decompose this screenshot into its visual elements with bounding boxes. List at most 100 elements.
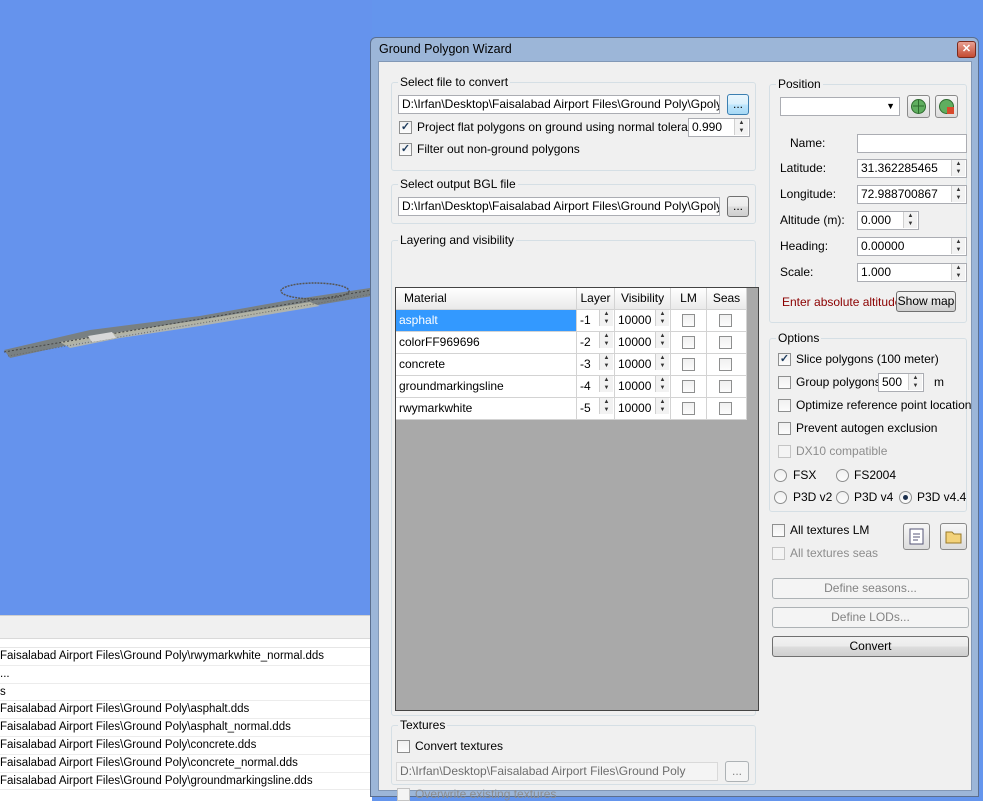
tolerance-spinner[interactable]: ▲ ▼: [734, 119, 748, 136]
all-textures-lm-checkbox[interactable]: [772, 524, 785, 537]
layer-cell[interactable]: -3 ▲ ▼: [577, 354, 615, 376]
visibility-cell[interactable]: 10000 ▲ ▼: [615, 354, 671, 376]
lm-checkbox[interactable]: [682, 380, 695, 393]
visibility-spinner[interactable]: ▲ ▼: [655, 376, 669, 393]
seas-checkbox[interactable]: [719, 380, 732, 393]
visibility-cell[interactable]: 10000 ▲ ▼: [615, 332, 671, 354]
visibility-spinner[interactable]: ▲ ▼: [655, 332, 669, 349]
visibility-spinner[interactable]: ▲ ▼: [655, 354, 669, 371]
open-folder-icon[interactable]: [940, 523, 967, 550]
browse-texture-button[interactable]: ...: [725, 761, 749, 782]
visibility-cell[interactable]: 10000 ▲ ▼: [615, 310, 671, 332]
visibility-cell[interactable]: 10000 ▲ ▼: [615, 376, 671, 398]
column-header-layer[interactable]: Layer: [577, 288, 615, 310]
name-label: Name:: [790, 136, 826, 150]
group-distance-spinner[interactable]: ▲ ▼: [908, 374, 922, 391]
latitude-spinner[interactable]: ▲ ▼: [951, 160, 965, 177]
globe-refresh-icon[interactable]: [907, 95, 930, 118]
scale-spinner[interactable]: ▲ ▼: [951, 264, 965, 281]
radio-p3d-v44[interactable]: [899, 491, 912, 504]
radio-fsx[interactable]: [774, 469, 787, 482]
slice-polygons-checkbox[interactable]: [778, 353, 791, 366]
longitude-input[interactable]: 72.988700867 ▲ ▼: [857, 185, 967, 204]
table-row[interactable]: asphalt -1 ▲ ▼ 10000 ▲ ▼: [396, 310, 747, 332]
dx10-checkbox[interactable]: [778, 445, 791, 458]
table-row[interactable]: rwymarkwhite -5 ▲ ▼ 10000 ▲ ▼: [396, 398, 747, 420]
group-polygons-checkbox[interactable]: [778, 376, 791, 389]
import-settings-icon[interactable]: [903, 523, 930, 550]
layer-spinner[interactable]: ▲ ▼: [599, 398, 613, 415]
browse-output-button[interactable]: ...: [727, 196, 749, 217]
show-map-button[interactable]: Show map: [896, 291, 956, 312]
table-row[interactable]: groundmarkingsline -4 ▲ ▼ 10000 ▲ ▼: [396, 376, 747, 398]
heading-spinner[interactable]: ▲ ▼: [951, 238, 965, 255]
convert-button[interactable]: Convert: [772, 636, 969, 657]
layer-spinner[interactable]: ▲ ▼: [599, 354, 613, 371]
options-group: Options Slice polygons (100 meter) Group…: [769, 331, 971, 512]
altitude-spinner[interactable]: ▲ ▼: [903, 212, 917, 229]
heading-input[interactable]: 0.00000 ▲ ▼: [857, 237, 967, 256]
material-cell[interactable]: rwymarkwhite: [396, 398, 577, 420]
longitude-spinner[interactable]: ▲ ▼: [951, 186, 965, 203]
visibility-spinner[interactable]: ▲ ▼: [655, 310, 669, 327]
column-header-seas[interactable]: Seas: [707, 288, 747, 310]
material-cell[interactable]: asphalt: [396, 310, 577, 332]
layer-cell[interactable]: -2 ▲ ▼: [577, 332, 615, 354]
column-header-material[interactable]: Material: [396, 288, 577, 310]
layer-spinner[interactable]: ▲ ▼: [599, 332, 613, 349]
group-distance-input[interactable]: 500 ▲ ▼: [878, 373, 924, 392]
define-seasons-button[interactable]: Define seasons...: [772, 578, 969, 599]
browse-input-button[interactable]: ...: [727, 94, 749, 115]
close-icon[interactable]: ✕: [957, 41, 976, 58]
table-row[interactable]: concrete -3 ▲ ▼ 10000 ▲ ▼: [396, 354, 747, 376]
output-file-path[interactable]: D:\Irfan\Desktop\Faisalabad Airport File…: [398, 197, 720, 216]
material-cell[interactable]: concrete: [396, 354, 577, 376]
visibility-cell[interactable]: 10000 ▲ ▼: [615, 398, 671, 420]
lm-checkbox[interactable]: [682, 336, 695, 349]
dx10-label: DX10 compatible: [796, 444, 888, 458]
radio-p3d-v4[interactable]: [836, 491, 849, 504]
texture-output-path[interactable]: D:\Irfan\Desktop\Faisalabad Airport File…: [396, 762, 718, 781]
dialog-client: Select file to convert D:\Irfan\Desktop\…: [378, 61, 972, 801]
3d-viewport[interactable]: [0, 0, 372, 615]
prevent-autogen-checkbox[interactable]: [778, 422, 791, 435]
lm-checkbox[interactable]: [682, 314, 695, 327]
column-header-lm[interactable]: LM: [671, 288, 707, 310]
table-row[interactable]: colorFF969696 -2 ▲ ▼ 10000 ▲ ▼: [396, 332, 747, 354]
define-lods-button[interactable]: Define LODs...: [772, 607, 969, 628]
title-bar[interactable]: Ground Polygon Wizard ✕: [371, 38, 978, 60]
options-label: Options: [776, 331, 822, 345]
altitude-input[interactable]: 0.000 ▲ ▼: [857, 211, 919, 230]
name-input[interactable]: [857, 134, 967, 153]
radio-fs2004[interactable]: [836, 469, 849, 482]
layer-cell[interactable]: -5 ▲ ▼: [577, 398, 615, 420]
tolerance-input[interactable]: 0.990 ▲ ▼: [688, 118, 750, 137]
materials-grid[interactable]: Material Layer Visibility LM Seas asphal…: [395, 287, 759, 711]
seas-checkbox[interactable]: [719, 314, 732, 327]
convert-textures-checkbox[interactable]: [397, 740, 410, 753]
visibility-spinner[interactable]: ▲ ▼: [655, 398, 669, 415]
layer-cell[interactable]: -4 ▲ ▼: [577, 376, 615, 398]
globe-save-icon[interactable]: [935, 95, 958, 118]
radio-p3d-v2[interactable]: [774, 491, 787, 504]
filter-non-ground-checkbox[interactable]: [399, 143, 412, 156]
scale-input[interactable]: 1.000 ▲ ▼: [857, 263, 967, 282]
seas-checkbox[interactable]: [719, 336, 732, 349]
optimize-reference-checkbox[interactable]: [778, 399, 791, 412]
material-cell[interactable]: colorFF969696: [396, 332, 577, 354]
layer-spinner[interactable]: ▲ ▼: [599, 376, 613, 393]
lm-checkbox[interactable]: [682, 402, 695, 415]
column-header-visibility[interactable]: Visibility: [615, 288, 671, 310]
latitude-input[interactable]: 31.362285465 ▲ ▼: [857, 159, 967, 178]
seas-checkbox[interactable]: [719, 358, 732, 371]
project-flat-checkbox[interactable]: [399, 121, 412, 134]
lm-checkbox[interactable]: [682, 358, 695, 371]
overwrite-textures-checkbox[interactable]: [397, 788, 410, 801]
position-preset-dropdown[interactable]: ▼: [780, 97, 900, 116]
layer-spinner[interactable]: ▲ ▼: [599, 310, 613, 327]
material-cell[interactable]: groundmarkingsline: [396, 376, 577, 398]
input-file-path[interactable]: D:\Irfan\Desktop\Faisalabad Airport File…: [398, 95, 720, 114]
all-textures-seas-checkbox[interactable]: [772, 547, 785, 560]
seas-checkbox[interactable]: [719, 402, 732, 415]
layer-cell[interactable]: -1 ▲ ▼: [577, 310, 615, 332]
